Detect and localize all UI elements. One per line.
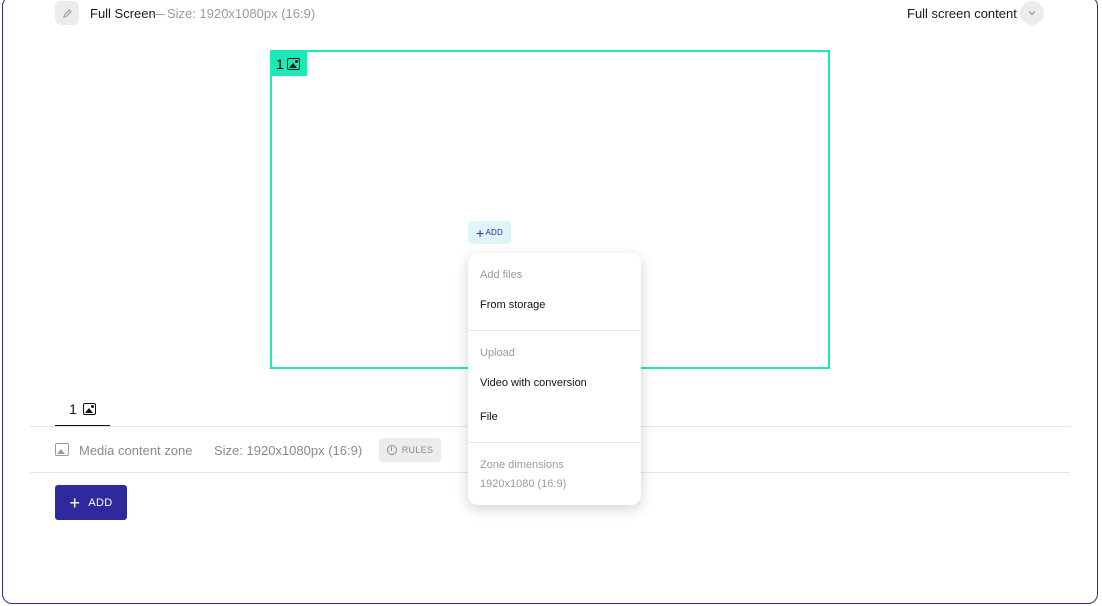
pencil-icon <box>62 8 72 18</box>
zone-number: 1 <box>276 56 284 72</box>
title-separator: — <box>152 6 165 21</box>
plus-icon: + <box>476 224 485 241</box>
layout-size: Size: 1920x1080px (16:9) <box>167 6 316 21</box>
menu-item-from-storage[interactable]: From storage <box>480 299 545 311</box>
menu-section-add-files: Add files <box>480 269 523 281</box>
menu-section-upload: Upload <box>480 347 515 359</box>
timer-icon <box>386 445 397 455</box>
add-files-menu: Add files From storage Upload Video with… <box>468 253 641 505</box>
image-icon <box>82 402 96 415</box>
content-type-label: Full screen content <box>907 6 1017 21</box>
chevron-down-icon <box>1028 11 1036 16</box>
menu-item-file[interactable]: File <box>480 411 498 423</box>
menu-item-video-conversion[interactable]: Video with conversion <box>480 377 587 389</box>
collapse-button[interactable] <box>1020 1 1044 25</box>
zone-add-button[interactable]: + ADD <box>468 221 511 244</box>
zone-size-label: Size: 1920x1080px (16:9) <box>214 443 363 458</box>
image-icon <box>286 58 300 70</box>
menu-divider <box>468 330 641 331</box>
rules-label: RULES <box>401 445 434 455</box>
tab-zone-1[interactable]: 1 <box>55 392 110 427</box>
tab-label: 1 <box>69 400 77 417</box>
layout-title: Full Screen <box>90 6 156 21</box>
add-button-label: ADD <box>88 496 113 509</box>
image-icon <box>55 443 69 456</box>
rules-button[interactable]: RULES <box>379 438 441 462</box>
zone-tag: 1 <box>272 52 307 76</box>
plus-icon: + <box>69 492 81 513</box>
menu-divider <box>468 442 641 443</box>
zone-add-label: ADD <box>485 228 503 237</box>
zone-type-label: Media content zone <box>79 443 193 458</box>
zone-dimensions-value: 1920x1080 (16:9) <box>480 478 567 490</box>
menu-section-dimensions: Zone dimensions <box>480 459 564 471</box>
edit-layout-button[interactable] <box>55 1 79 25</box>
add-button[interactable]: + ADD <box>55 485 127 520</box>
